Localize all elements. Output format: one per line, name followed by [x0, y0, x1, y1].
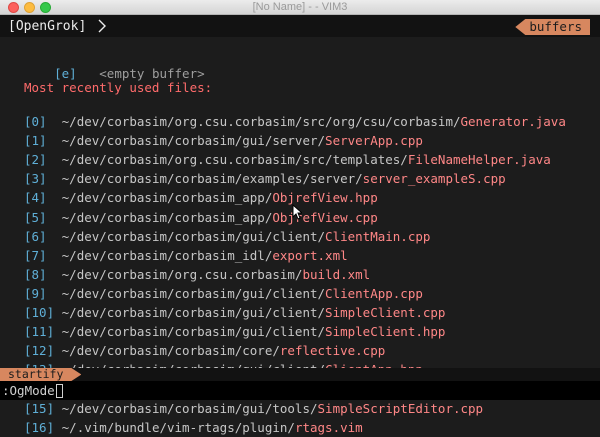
entry-filename: SimpleScriptEditor.cpp — [317, 400, 484, 416]
entry-path: ~/dev/corbasim/corbasim/gui/client/ — [61, 324, 326, 340]
entry-index: [2] — [24, 152, 47, 168]
entry-path: ~/dev/corbasim/corbasim_app/ — [61, 209, 273, 225]
text-cursor — [55, 384, 63, 398]
entry-filename: export.xml — [272, 247, 348, 263]
entry-filename: ClientApp.cpp — [325, 285, 423, 301]
entry-index: [8] — [24, 266, 47, 282]
entry-path: ~/dev/corbasim/corbasim_idl/ — [61, 247, 273, 263]
entry-index: [16] — [24, 419, 55, 435]
mru-item[interactable]: [4] ~/dev/corbasim/corbasim_app/ObjrefVi… — [24, 189, 378, 207]
entry-index: [0] — [24, 114, 47, 129]
mru-item[interactable]: [10] ~/dev/corbasim/corbasim/gui/client/… — [24, 304, 445, 322]
mru-item[interactable]: [1] ~/dev/corbasim/corbasim/gui/server/S… — [24, 132, 423, 150]
entry-path: ~/.vim/bundle/vim-rtags/plugin/ — [61, 419, 295, 435]
entry-path: ~/dev/corbasim/corbasim/gui/client/ — [61, 285, 326, 301]
entry-index: [10] — [24, 305, 55, 320]
entry-index: [12] — [24, 343, 55, 359]
mru-item[interactable]: [5] ~/dev/corbasim/corbasim_app/ObjrefVi… — [24, 209, 378, 227]
entry-path: ~/dev/corbasim/corbasim/gui/client/ — [61, 305, 326, 320]
mru-item[interactable]: [15] ~/dev/corbasim/corbasim/gui/tools/S… — [24, 400, 483, 418]
command-text: :OgMode — [2, 383, 55, 398]
entry-filename: FileNameHelper.java — [407, 152, 551, 168]
entry-filename: ServerApp.cpp — [325, 133, 423, 149]
chevron-right-icon — [98, 19, 106, 33]
mru-item[interactable]: [0] ~/dev/corbasim/org.csu.corbasim/src/… — [24, 113, 566, 131]
mode-indicator: startify — [0, 368, 81, 381]
entry-path: ~/dev/corbasim/corbasim/gui/server/ — [61, 133, 326, 149]
entry-filename: reflective.cpp — [279, 343, 386, 359]
entry-filename: Generator.java — [460, 114, 566, 129]
entry-index: [3] — [24, 171, 47, 187]
tab-opengrok[interactable]: [OpenGrok] — [0, 18, 91, 35]
arrow-cursor-icon — [292, 204, 302, 220]
entry-path: ~/dev/corbasim/org.csu.corbasim/src/temp… — [61, 152, 408, 168]
entry-index: [9] — [24, 285, 47, 301]
entry-path: ~/dev/corbasim/org.csu.corbasim/src/org/… — [61, 114, 461, 129]
entry-index: [6] — [24, 228, 47, 244]
tabline: [OpenGrok] buffers — [0, 15, 600, 37]
empty-buffer-entry[interactable]: [e] <empty buffer> — [24, 47, 205, 81]
entry-filename: ObjrefView.hpp — [272, 190, 378, 206]
mru-item[interactable]: [6] ~/dev/corbasim/corbasim/gui/client/C… — [24, 228, 430, 246]
entry-filename: SimpleClient.hpp — [325, 324, 446, 340]
entry-index: [4] — [24, 190, 47, 206]
statusline: startify — [0, 368, 600, 381]
command-line[interactable]: :OgMode — [0, 381, 600, 400]
entry-filename: SimpleClient.cpp — [325, 305, 446, 320]
window-titlebar: [No Name] - - VIM3 — [0, 0, 600, 15]
mru-item[interactable]: [7] ~/dev/corbasim/corbasim_idl/export.x… — [24, 247, 348, 265]
entry-filename: ClientMain.cpp — [325, 228, 431, 244]
entry-path: ~/dev/corbasim/corbasim/core/ — [61, 343, 280, 359]
mru-item[interactable]: [11] ~/dev/corbasim/corbasim/gui/client/… — [24, 323, 445, 341]
mru-header: Most recently used files: — [24, 80, 213, 95]
entry-index: [5] — [24, 209, 47, 225]
mru-item[interactable]: [16] ~/.vim/bundle/vim-rtags/plugin/rtag… — [24, 419, 363, 437]
buffers-tag[interactable]: buffers — [515, 19, 590, 35]
mru-item[interactable]: [3] ~/dev/corbasim/corbasim/examples/ser… — [24, 170, 506, 188]
entry-index: [15] — [24, 400, 55, 416]
entry-index: [11] — [24, 324, 55, 340]
mru-item[interactable]: [2] ~/dev/corbasim/org.csu.corbasim/src/… — [24, 151, 551, 169]
mru-item[interactable]: [12] ~/dev/corbasim/corbasim/core/reflec… — [24, 342, 385, 360]
entry-path: ~/dev/corbasim/corbasim/examples/server/ — [61, 171, 363, 187]
entry-filename: ObjrefView.cpp — [272, 209, 378, 225]
mru-item[interactable]: [9] ~/dev/corbasim/corbasim/gui/client/C… — [24, 285, 423, 303]
entry-path: ~/dev/corbasim/corbasim_app/ — [61, 190, 273, 206]
entry-path: ~/dev/corbasim/corbasim/gui/client/ — [61, 228, 326, 244]
entry-path: ~/dev/corbasim/corbasim/gui/tools/ — [61, 400, 318, 416]
entry-index: [1] — [24, 133, 47, 149]
mru-item[interactable]: [8] ~/dev/corbasim/org.csu.corbasim/buil… — [24, 266, 370, 284]
entry-filename: server_exampleS.cpp — [362, 171, 506, 187]
entry-filename: build.xml — [302, 266, 371, 282]
entry-filename: rtags.vim — [294, 419, 363, 435]
entry-index: [7] — [24, 247, 47, 263]
entry-path: ~/dev/corbasim/org.csu.corbasim/ — [61, 266, 303, 282]
window-title: [No Name] - - VIM3 — [252, 1, 348, 13]
